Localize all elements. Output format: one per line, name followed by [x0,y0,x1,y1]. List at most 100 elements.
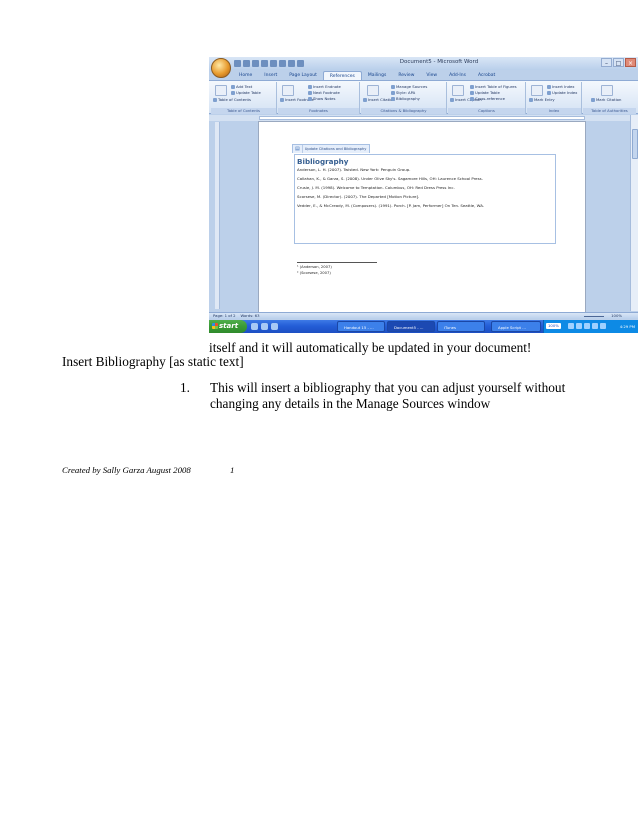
close-icon[interactable]: × [625,58,636,67]
preview-icon[interactable] [270,60,277,67]
taskbar-applescript-button[interactable]: Apple Script ... [491,321,541,332]
customize-icon[interactable] [297,60,304,67]
tab-page-layout[interactable]: Page Layout [283,71,323,80]
word-screenshot: Document5 - Microsoft Word – □ × Home In… [209,57,638,333]
tab-mailings[interactable]: Mailings [362,71,392,80]
step-number: 1. [180,380,190,395]
zoom-slider[interactable] [584,316,604,317]
step-text-line: This will insert a bibliography that you… [210,380,566,395]
browser-icon[interactable] [261,323,268,330]
print-icon[interactable] [261,60,268,67]
add-text-button[interactable]: Add Text [231,84,252,89]
taskbar-itunes-button[interactable]: iTunes [437,321,485,332]
footnote: ¹ (Anderson, 2007) [297,265,332,269]
style-select[interactable]: Style: APA [391,90,415,95]
update-table-figures-button[interactable]: Update Table [470,90,500,95]
window-title: Document5 - Microsoft Word [399,59,479,65]
insert-table-of-figures-button[interactable]: Insert Table of Figures [470,84,517,89]
undo-icon[interactable] [243,60,250,67]
mark-entry-icon[interactable] [531,85,543,96]
tray-icons [568,323,606,329]
redo-icon[interactable] [252,60,259,67]
scrollbar-thumb[interactable] [632,129,638,159]
mark-entry-button[interactable]: Mark Entry [529,97,555,102]
insert-index-button[interactable]: Insert Index [547,84,575,89]
tab-view[interactable]: View [420,71,443,80]
insert-caption-icon[interactable] [452,85,464,96]
maximize-icon[interactable]: □ [613,58,624,67]
bibliography-control-tab[interactable]: ▤ Update Citations and Bibliography [292,144,371,153]
insert-footnote-icon[interactable] [282,85,294,96]
status-page-words: Page: 1 of 2 Words: 63 [213,313,260,319]
system-tray: 100% 4:29 PM [543,320,638,333]
quick-access-toolbar [234,60,304,67]
tab-acrobat[interactable]: Acrobat [472,71,501,80]
tab-references[interactable]: References [322,71,362,80]
status-words[interactable]: Words: 63 [240,313,259,318]
group-table-of-contents: Table of Contents Add Text Update Table … [211,82,277,114]
group-label: Table of Contents [211,108,276,114]
bibliography-entry: Callahan, K., & Garza, S. (2008). Under … [297,176,483,181]
cross-reference-button[interactable]: Cross-reference [470,96,505,101]
zoom-level[interactable]: 100% [611,313,622,319]
security-icon[interactable] [584,323,590,329]
ribbon: Table of Contents Add Text Update Table … [209,80,638,114]
bibliography-button[interactable]: Bibliography [391,96,420,101]
tray-zoom[interactable]: 100% [546,323,561,329]
clock: 4:29 PM [619,324,635,329]
tab-home[interactable]: Home [233,71,258,80]
start-button[interactable]: start [209,320,247,333]
bibliography-icon[interactable]: ▤ [295,145,300,153]
table-icon[interactable] [288,60,295,67]
mark-citation-icon[interactable] [601,85,613,96]
group-label: Citations & Bibliography [361,108,446,114]
media-icon[interactable] [271,323,278,330]
window-titlebar: Document5 - Microsoft Word – □ × [209,57,638,70]
windows-taskbar: start Handout 15 - ... Document5 - ... i… [209,320,638,333]
table-of-contents-icon[interactable] [215,85,227,96]
update-index-button[interactable]: Update Index [547,90,577,95]
group-label: Index [527,108,581,114]
battery-icon[interactable] [600,323,606,329]
next-footnote-button[interactable]: Next Footnote [308,90,340,95]
table-of-contents-button[interactable]: Table of Contents [213,97,251,102]
update-table-button[interactable]: Update Table [231,90,261,95]
group-citations-bibliography: Insert Citation Manage Sources Style: AP… [361,82,447,114]
document-page[interactable]: ▤ Update Citations and Bibliography Bibl… [259,122,585,312]
status-page[interactable]: Page: 1 of 2 [213,313,236,318]
step-text-line: changing any details in the Manage Sourc… [210,396,491,411]
group-index: Mark Entry Insert Index Update Index Ind… [527,82,582,114]
bibliography-entry: Anderson, L. H. (2007). Twisted. New Yor… [297,167,411,172]
show-notes-button[interactable]: Show Notes [308,96,335,101]
footnote: ² (Scorsese, 2007) [297,271,331,275]
desktop-icon[interactable] [251,323,258,330]
group-footnotes: Insert Footnote Insert Endnote Next Foot… [278,82,360,114]
status-bar: Page: 1 of 2 Words: 63 100% [209,312,638,319]
group-table-of-authorities: Mark Citation Table of Authorities [583,82,636,114]
taskbar-document5-button[interactable]: Document5 - ... [387,321,435,332]
save-icon[interactable] [234,60,241,67]
network-icon[interactable] [568,323,574,329]
group-label: Table of Authorities [583,108,636,114]
spelling-icon[interactable] [279,60,286,67]
update-icon[interactable] [592,323,598,329]
ribbon-tabs: Home Insert Page Layout References Maili… [233,71,501,80]
insert-endnote-button[interactable]: Insert Endnote [308,84,341,89]
taskbar-handout-button[interactable]: Handout 15 - ... [337,321,385,332]
tab-add-ins[interactable]: Add-Ins [443,71,472,80]
volume-icon[interactable] [576,323,582,329]
vertical-scrollbar[interactable] [630,115,638,311]
mark-citation-button[interactable]: Mark Citation [591,97,621,102]
quick-launch [251,323,278,330]
tab-review[interactable]: Review [392,71,420,80]
manage-sources-button[interactable]: Manage Sources [391,84,427,89]
minimize-icon[interactable]: – [601,58,612,67]
bibliography-entry: Scorsese, M. (Director). (2007). The Dep… [297,194,420,199]
update-citations-button[interactable]: Update Citations and Bibliography [301,145,366,153]
insert-citation-icon[interactable] [367,85,379,96]
footnote-separator [297,262,377,263]
tab-insert[interactable]: Insert [258,71,283,80]
page-number: 1 [230,465,235,475]
office-button[interactable] [211,58,231,78]
screenshot-caption: itself and it will automatically be upda… [209,340,532,355]
